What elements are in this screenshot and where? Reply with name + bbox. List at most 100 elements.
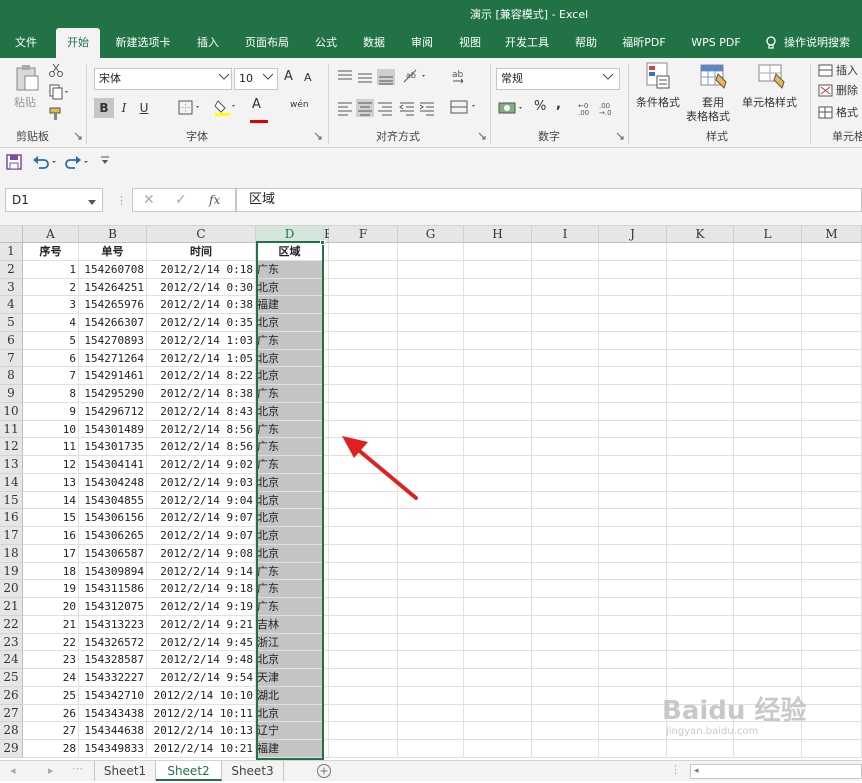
annotation-arrow-shaft [354,446,418,500]
increase-decimal-icon[interactable]: ←0.00.00 →.0 [578,100,618,120]
worksheet-grid[interactable]: ABCDEFGHIJKLM1序号单号时间区域211542607082012/2/… [0,226,862,760]
font-color-button[interactable]: A [252,98,261,112]
svg-text:→.0: →.0 [599,109,612,116]
font-color-bar [250,114,270,128]
tab-file[interactable]: 文件 [8,28,44,58]
cell-styles-icon[interactable] [758,62,788,94]
svg-text:ab: ab [452,70,464,80]
chevron-down-icon[interactable] [262,72,274,86]
number-group-label: 数字 [538,130,560,143]
cut-icon[interactable] [48,62,64,82]
clipboard-group-label: 剪贴板 [16,130,49,143]
prev-sheet-icon[interactable]: ◂ [10,764,16,778]
orientation-icon[interactable]: ab [402,68,430,88]
tab-data[interactable]: 数据 [354,28,394,58]
add-sheet-icon[interactable] [316,763,332,783]
tab-new[interactable]: 新建选项卡 [108,28,178,58]
chevron-down-icon[interactable] [218,72,230,86]
tab-home[interactable]: 开始 [56,28,100,58]
delete-cells-icon[interactable] [818,84,834,102]
font-group-label: 字体 [186,130,208,143]
italic-button[interactable]: I [114,98,134,118]
formula-controls: ✕ ✓ fx [132,188,236,212]
sheet-tab-sheet3[interactable]: Sheet3 [222,761,284,781]
sheet-tab-bar: ◂ ▸ ⋯ Sheet1 Sheet2 Sheet3 ⋮ ◂ [0,760,862,781]
cancel-icon[interactable]: ✕ [143,193,155,207]
more-dots-icon: ⋯ [72,762,83,775]
horizontal-scrollbar[interactable]: ◂ [690,764,862,779]
more-dots-icon: ⋮ [670,763,681,776]
formula-input[interactable]: 区域 [236,188,862,212]
format-as-table-button[interactable]: 套用 [702,96,724,110]
launcher-icon[interactable] [74,130,82,144]
redo-icon[interactable] [64,154,92,174]
baidu-watermark: Baidu 经验 [662,696,807,726]
save-icon[interactable] [6,154,22,174]
tab-help[interactable]: 帮助 [566,28,606,58]
title-bar: 演示 [兼容模式] - Excel [0,0,862,28]
borders-icon[interactable] [178,100,204,120]
font-name-select[interactable]: 宋体 [94,68,232,90]
cell-styles-button[interactable]: 单元格样式 [742,96,797,110]
ribbon-tabs: 文件 开始 新建选项卡 插入 页面布局 公式 数据 审阅 视图 开发工具 帮助 … [0,28,862,58]
tab-formulas[interactable]: 公式 [306,28,346,58]
format-cells-button[interactable]: 格式 [836,106,858,120]
format-as-table-button-2[interactable]: 表格格式 [686,110,730,124]
alignment-group-label: 对齐方式 [376,130,420,143]
percent-button[interactable]: % [534,100,546,114]
quick-access-toolbar [0,148,862,178]
svg-text:.00: .00 [578,109,589,116]
conditional-format-button[interactable]: 条件格式 [636,96,680,110]
launcher-icon[interactable] [616,130,624,144]
copy-icon[interactable] [48,84,70,104]
chevron-down-icon[interactable] [88,196,96,210]
sheet-tab-sheet1[interactable]: Sheet1 [94,761,156,781]
undo-icon[interactable] [32,154,60,174]
lightbulb-icon[interactable] [762,28,780,58]
align-left-icon[interactable] [336,98,446,122]
launcher-icon[interactable] [314,130,322,144]
paste-button[interactable]: 粘贴 [14,96,36,110]
next-sheet-icon[interactable]: ▸ [48,764,54,778]
svg-text:ab: ab [406,71,416,80]
launcher-icon[interactable] [478,130,486,144]
tab-view[interactable]: 视图 [450,28,490,58]
grow-font-button[interactable]: A [284,70,293,84]
baidu-watermark-url: jingyan.baidu.com [666,726,759,737]
table-format-icon[interactable] [700,62,728,94]
currency-icon[interactable] [498,100,528,120]
tab-insert[interactable]: 插入 [188,28,228,58]
customize-toolbar-icon[interactable] [100,156,110,170]
align-top-icon[interactable] [336,68,396,90]
bold-button[interactable]: B [94,98,114,118]
comma-button[interactable]: , [556,98,561,112]
phonetic-button[interactable]: wén [290,98,309,112]
format-cells-icon[interactable] [818,106,834,124]
more-dots-icon: ⋮ [116,194,127,207]
merge-center-icon[interactable] [450,98,480,120]
conditional-format-icon[interactable] [646,62,672,94]
tab-developer[interactable]: 开发工具 [498,28,556,58]
fill-color-icon[interactable] [214,98,238,120]
annotation-arrow [342,436,418,500]
insert-function-button[interactable]: fx [209,193,220,207]
tab-foxit-pdf[interactable]: 福昕PDF [614,28,674,58]
tell-me-search[interactable]: 操作说明搜索 [784,28,862,58]
format-painter-icon[interactable] [48,106,64,126]
chevron-down-icon[interactable] [602,72,614,86]
insert-cells-button[interactable]: 插入 [836,64,858,78]
tab-review[interactable]: 审阅 [402,28,442,58]
formula-bar: D1 ⋮ ✕ ✓ fx 区域 [0,178,862,226]
wrap-text-icon[interactable]: ab [450,68,468,90]
insert-cells-icon[interactable] [818,64,834,82]
tab-wps-pdf[interactable]: WPS PDF [684,28,748,58]
tab-page-layout[interactable]: 页面布局 [238,28,296,58]
underline-button[interactable]: U [134,98,154,118]
enter-icon[interactable]: ✓ [175,193,187,207]
sheet-tab-sheet2[interactable]: Sheet2 [156,761,222,781]
delete-cells-button[interactable]: 删除 [836,84,858,98]
shrink-font-button[interactable]: A [304,71,312,85]
paste-icon[interactable] [14,64,40,96]
styles-group-label: 样式 [706,130,728,143]
ribbon: 粘贴 剪贴板 宋体 10 A A B I U A wén 字体 ab ab 对齐… [0,58,862,148]
